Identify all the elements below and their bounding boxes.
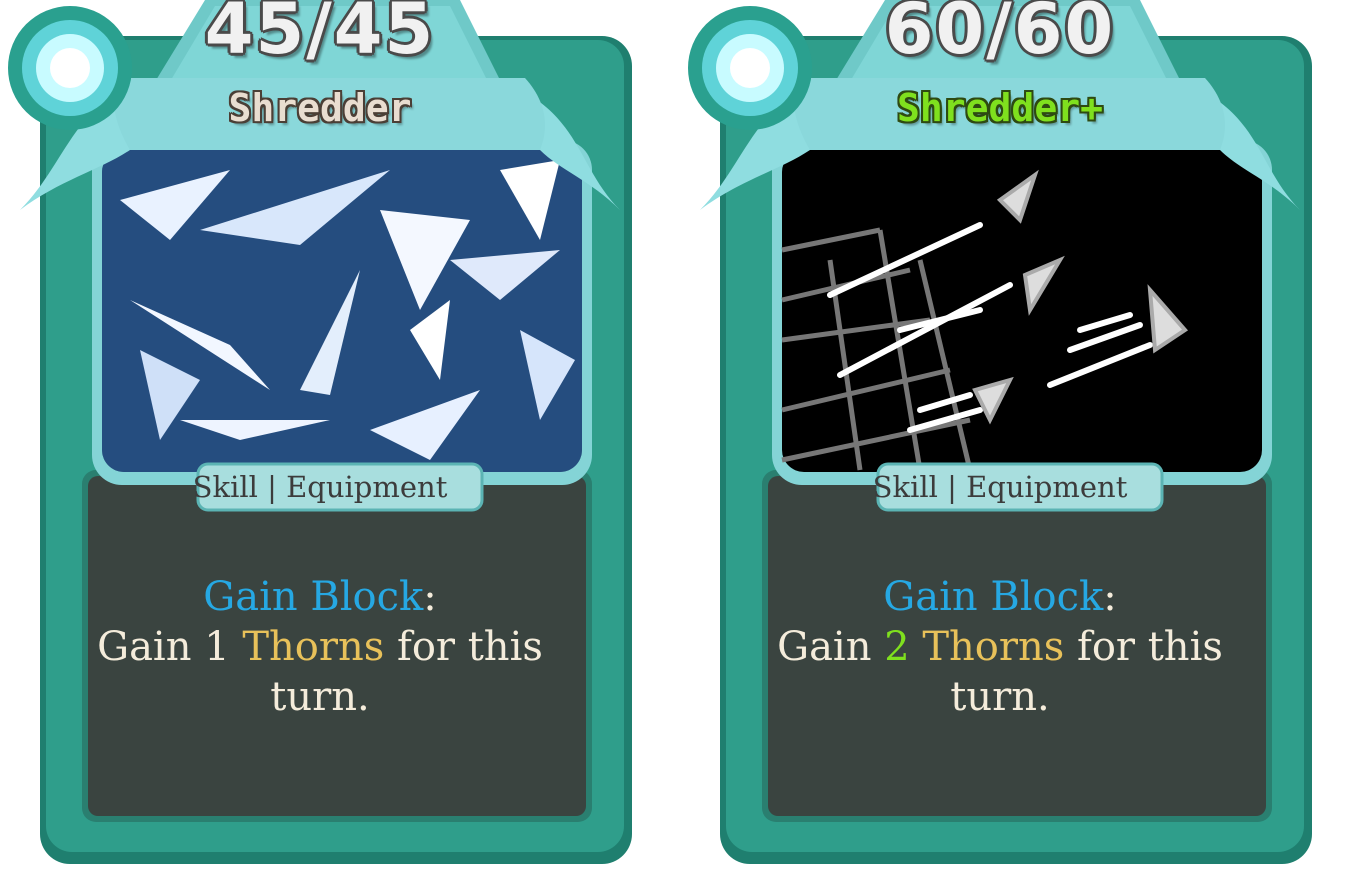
desc-prefix: Gain bbox=[97, 624, 205, 670]
card-type-label: Skill | Equipment bbox=[192, 470, 448, 504]
card-shredder[interactable]: 45/45 Shredder Skill | Equipment Gain Bl… bbox=[0, 0, 640, 874]
keyword-thorns: Thorns bbox=[922, 624, 1065, 670]
shards-art bbox=[102, 150, 582, 472]
card-type-label: Skill | Equipment bbox=[872, 470, 1128, 504]
desc-prefix: Gain bbox=[777, 624, 885, 670]
card-frame bbox=[8, 0, 632, 864]
keyword-gain-block: Gain Block bbox=[203, 574, 424, 620]
card-description: Gain Block: Gain 1 Thorns for this turn. bbox=[0, 572, 640, 722]
keyword-thorns: Thorns bbox=[242, 624, 385, 670]
energy-cost: 45/45 bbox=[204, 0, 436, 70]
card-frame bbox=[688, 0, 1312, 864]
thorns-amount: 2 bbox=[884, 624, 910, 670]
card-title: Shredder+ bbox=[897, 86, 1103, 130]
colon: : bbox=[1103, 574, 1117, 620]
keyword-gain-block: Gain Block bbox=[883, 574, 1104, 620]
card-title: Shredder bbox=[228, 86, 412, 130]
desc-suffix: for this bbox=[1064, 624, 1223, 670]
energy-cost: 60/60 bbox=[884, 0, 1116, 70]
colon: : bbox=[423, 574, 437, 620]
thorns-amount: 1 bbox=[204, 624, 230, 670]
desc-suffix: for this bbox=[384, 624, 543, 670]
card-description: Gain Block: Gain 2 Thorns for this turn. bbox=[680, 572, 1320, 722]
card-shredder-plus[interactable]: 60/60 Shredder+ Skill | Equipment Gain B… bbox=[680, 0, 1320, 874]
desc-line3: turn. bbox=[270, 674, 370, 720]
desc-line3: turn. bbox=[950, 674, 1050, 720]
sketch-art bbox=[781, 150, 1262, 472]
